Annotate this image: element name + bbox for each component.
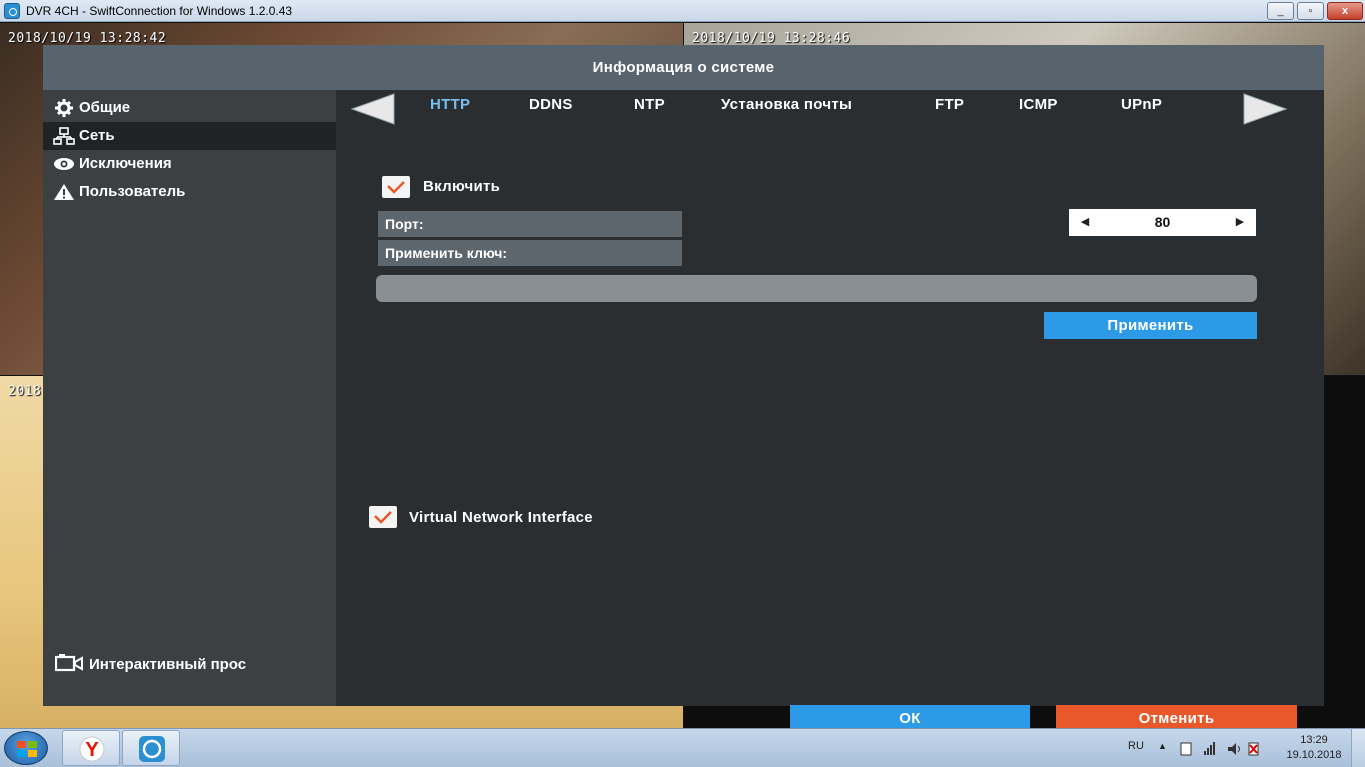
clock-date: 19.10.2018 bbox=[1286, 749, 1342, 761]
taskbar-swiftconnection[interactable] bbox=[122, 730, 180, 766]
clock-time: 13:29 bbox=[1300, 734, 1328, 746]
clock[interactable]: 13:29 19.10.2018 bbox=[1284, 734, 1344, 767]
network-icon bbox=[53, 127, 75, 145]
sidebar-item-general[interactable]: Общие bbox=[43, 94, 336, 122]
maximize-button[interactable]: ▫ bbox=[1297, 2, 1324, 20]
port-value: 80 bbox=[1154, 214, 1171, 230]
interactive-view-button[interactable]: Интерактивный прос bbox=[54, 654, 247, 673]
network-signal-icon bbox=[1204, 742, 1215, 755]
taskbar-yandex-browser[interactable]: Y bbox=[62, 730, 120, 766]
window-title: DVR 4CH - SwiftConnection for Windows 1.… bbox=[26, 4, 293, 18]
speaker-icon bbox=[1228, 743, 1240, 755]
sidebar-item-label: Общие bbox=[79, 99, 131, 116]
action-center-icon bbox=[1248, 742, 1259, 756]
minimize-button[interactable]: _ bbox=[1267, 2, 1294, 20]
tab-ddns[interactable]: DDNS bbox=[529, 96, 573, 113]
tab-prev-arrow[interactable] bbox=[348, 93, 398, 125]
sidebar-item-user[interactable]: Пользователь bbox=[43, 178, 336, 206]
port-increment-button[interactable]: ▶ bbox=[1228, 209, 1252, 236]
start-button[interactable] bbox=[4, 731, 48, 765]
content-panel: HTTP DDNS NTP Установка почты FTP ICMP U… bbox=[336, 90, 1324, 732]
apply-button[interactable]: Применить bbox=[1044, 312, 1257, 339]
enable-label: Включить bbox=[423, 178, 501, 195]
camera-1-timestamp: 2018/10/19 13:28:42 bbox=[8, 31, 167, 46]
vni-checkbox[interactable] bbox=[369, 506, 397, 528]
system-info-dialog: Информация о системе Общие Сеть Исключен… bbox=[43, 45, 1324, 732]
tab-icmp[interactable]: ICMP bbox=[1019, 96, 1058, 113]
windows-logo-icon bbox=[17, 741, 37, 757]
swiftconnection-icon bbox=[139, 736, 165, 762]
window-titlebar: DVR 4CH - SwiftConnection for Windows 1.… bbox=[0, 0, 1365, 22]
tray-expand-icon[interactable]: ▲ bbox=[1158, 741, 1167, 767]
apply-key-input[interactable] bbox=[376, 275, 1257, 302]
dialog-title: Информация о системе bbox=[43, 45, 1324, 90]
svg-text:Y: Y bbox=[85, 739, 99, 761]
interactive-view-label: Интерактивный прос bbox=[89, 656, 247, 673]
video-camera-icon bbox=[54, 654, 83, 672]
tab-mail-settings[interactable]: Установка почты bbox=[721, 96, 852, 113]
enable-checkbox[interactable] bbox=[382, 176, 410, 198]
yandex-icon: Y bbox=[79, 736, 105, 762]
port-decrement-button[interactable]: ◀ bbox=[1073, 209, 1097, 236]
tab-next-arrow[interactable] bbox=[1240, 93, 1290, 125]
show-desktop-button[interactable] bbox=[1351, 729, 1365, 767]
sidebar-item-label: Сеть bbox=[79, 127, 115, 144]
vni-label: Virtual Network Interface bbox=[409, 509, 593, 526]
port-label: Порт: bbox=[378, 211, 682, 237]
apply-key-label: Применить ключ: bbox=[378, 240, 682, 266]
tab-http[interactable]: HTTP bbox=[430, 96, 470, 113]
sidebar-item-label: Пользователь bbox=[79, 183, 186, 200]
taskbar: Y RU ▲ 13:29 19.10.2018 bbox=[0, 728, 1365, 767]
tab-ntp[interactable]: NTP bbox=[634, 96, 665, 113]
sidebar: Общие Сеть Исключения Пользователь Интер… bbox=[43, 90, 336, 706]
sidebar-item-network[interactable]: Сеть bbox=[43, 122, 336, 150]
gear-icon bbox=[53, 99, 75, 117]
port-stepper[interactable]: ◀ 80 ▶ bbox=[1069, 209, 1256, 236]
tab-upnp[interactable]: UPnP bbox=[1121, 96, 1162, 113]
sidebar-item-exceptions[interactable]: Исключения bbox=[43, 150, 336, 178]
camera-2-timestamp: 2018/10/19 13:28:46 bbox=[692, 31, 851, 46]
camera-3-timestamp: 2018 bbox=[8, 384, 42, 399]
sidebar-item-label: Исключения bbox=[79, 155, 172, 172]
warning-icon bbox=[53, 183, 75, 201]
tab-ftp[interactable]: FTP bbox=[935, 96, 964, 113]
language-indicator[interactable]: RU bbox=[1128, 740, 1144, 767]
close-button[interactable]: x bbox=[1327, 2, 1363, 20]
app-icon bbox=[4, 3, 20, 19]
tray-icons[interactable] bbox=[1180, 740, 1260, 767]
eye-icon bbox=[53, 155, 75, 173]
